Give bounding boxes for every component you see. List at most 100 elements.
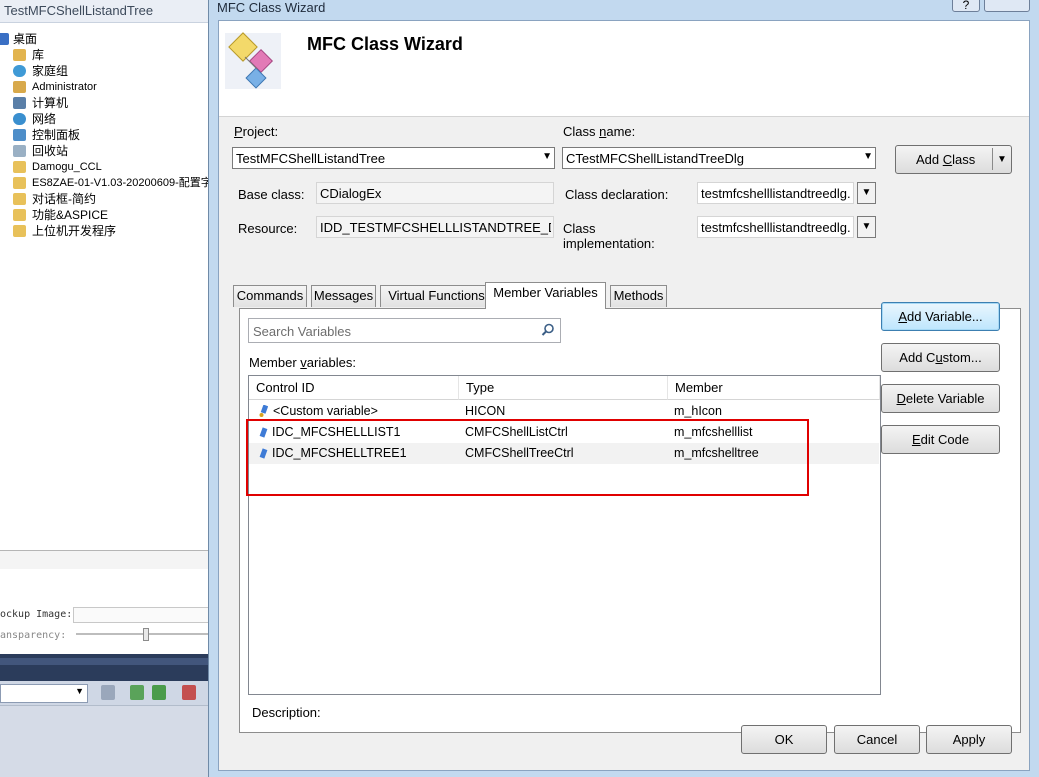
class-implementation-value: testmfcshelllistandtreedlg. [701,220,851,235]
ide-status-area [0,706,208,777]
splitter[interactable] [0,550,208,570]
transparency-label: ansparency: [0,630,67,641]
tree-item-label: 回收站 [32,144,69,158]
row-control-id: <Custom variable> [273,404,378,418]
mfc-class-wizard-dialog: MFC Class Wizard ? MFC Class Wizard Proj… [208,0,1039,777]
apply-button[interactable]: Apply [926,725,1012,754]
edit-code-button[interactable]: Edit Code [881,425,1000,454]
shell-tree-view[interactable]: 桌面 库 家庭组 Administrator 计算机 网络 控制面板 回收站 D… [0,23,209,550]
add-custom-button[interactable]: Add Custom... [881,343,1000,372]
tree-item-label: ES8ZAE-01-V1.03-20200609-配置字 [32,177,209,189]
add-variable-button[interactable]: Add Variable... [881,302,1000,331]
control-panel-icon [13,129,26,141]
tab-virtual-functions[interactable]: Virtual Functions [380,285,493,307]
chevron-down-icon: ▼ [75,686,84,696]
row-type: HICON [465,404,506,418]
tree-item-label: Damogu_CCL [32,161,102,173]
toolbar-icon[interactable] [101,685,115,700]
class-implementation-label: Class implementation: [563,221,655,251]
mockup-image-field[interactable] [73,607,209,623]
row-member: m_hIcon [674,404,722,418]
search-icon[interactable] [541,323,555,337]
row-control-id: IDC_MFCSHELLTREE1 [272,446,407,460]
tree-item-label: 对话框-简约 [32,192,96,206]
tree-item-label: 上位机开发程序 [32,224,117,238]
recycle-bin-icon [13,145,26,157]
resource-value: IDD_TESTMFCSHELLLISTANDTREE_DIALOG [320,220,551,235]
tree-item-label: Administrator [32,81,97,93]
base-class-field: CDialogEx [316,182,554,204]
row-type: CMFCShellListCtrl [465,425,568,439]
tab-commands[interactable]: Commands [233,285,307,307]
class-declaration-dropdown[interactable]: ▼ [857,182,876,204]
chevron-down-icon: ▼ [861,187,872,198]
folder-icon [13,209,26,221]
table-row[interactable]: IDC_MFCSHELLTREE1 CMFCShellTreeCtrl m_mf… [249,443,879,464]
delete-variable-button[interactable]: Delete Variable [881,384,1000,413]
column-header-member[interactable]: Member [668,376,880,400]
dialog-client-area: MFC Class Wizard Project: TestMFCShellLi… [218,20,1030,771]
member-variables-list[interactable]: Control ID Type Member <Custom variable>… [248,375,881,695]
dialog-title: MFC Class Wizard [217,0,326,15]
chevron-down-icon: ▼ [542,151,552,162]
tree-item-label: 家庭组 [32,64,69,78]
row-member: m_mfcshelltree [674,446,759,460]
folder-icon [13,177,26,189]
base-class-value: CDialogEx [320,186,382,201]
row-member: m_mfcshelllist [674,425,753,439]
close-button[interactable] [984,0,1030,12]
homegroup-icon [13,65,26,77]
wizard-header: MFC Class Wizard [219,21,1029,117]
folder-icon [13,161,26,173]
tab-methods[interactable]: Methods [610,285,667,307]
split-divider [992,148,993,170]
tree-item-label: 网络 [32,112,57,126]
mockup-image-label: ockup Image: [0,609,73,620]
tree-item-label: 计算机 [32,96,69,110]
class-implementation-field[interactable]: testmfcshelllistandtreedlg. [697,216,854,238]
tab-member-variables[interactable]: Member Variables [485,282,606,309]
row-control-id: IDC_MFCSHELLLIST1 [272,425,401,439]
tree-item-label: 控制面板 [32,128,81,142]
table-row[interactable]: IDC_MFCSHELLLIST1 CMFCShellListCtrl m_mf… [249,422,879,443]
help-button[interactable]: ? [952,0,980,12]
control-variable-icon [259,448,268,459]
network-icon [13,113,26,125]
toolbar-icon[interactable] [152,685,166,700]
transparency-slider-thumb[interactable] [143,628,149,641]
toolbar-combo[interactable]: ▼ [0,684,88,703]
class-declaration-label: Class declaration: [565,187,669,202]
ide-title-bar: TestMFCShellListandTree [0,0,208,23]
user-folder-icon [13,81,26,93]
project-combo[interactable]: TestMFCShellListandTree ▼ [232,147,555,169]
resource-label: Resource: [238,221,298,236]
class-name-combo[interactable]: CTestMFCShellListandTreeDlg ▼ [562,147,876,169]
resource-field: IDD_TESTMFCSHELLLISTANDTREE_DIALOG [316,216,554,238]
cancel-button[interactable]: Cancel [834,725,920,754]
class-name-value: CTestMFCShellListandTreeDlg [566,151,744,166]
member-variables-label: Member variables: [249,355,356,370]
control-variable-icon [259,427,268,438]
base-class-label: Base class: [238,187,305,202]
class-implementation-dropdown[interactable]: ▼ [857,216,876,238]
tree-item-label: 功能&ASPICE [32,208,109,222]
search-variables-input[interactable]: Search Variables [248,318,561,343]
search-placeholder: Search Variables [253,324,352,339]
add-class-button[interactable]: Add Class ▼ [895,145,1012,174]
column-header-control-id[interactable]: Control ID [249,376,459,400]
ok-button[interactable]: OK [741,725,827,754]
ide-toolbar: ▼ [0,681,208,706]
column-header-type[interactable]: Type [459,376,668,400]
transparency-slider[interactable] [76,633,208,635]
tab-messages[interactable]: Messages [311,285,376,307]
tree-item-label: 桌面 [13,32,38,46]
chevron-down-icon[interactable]: ▼ [997,146,1007,173]
tree-item-label: 库 [32,48,45,62]
header-title: MFC Class Wizard [307,34,463,54]
toolbar-icon[interactable] [130,685,144,700]
class-declaration-field[interactable]: testmfcshelllistandtreedlg. [697,182,854,204]
toolbar-icon[interactable] [182,685,196,700]
folder-icon [13,225,26,237]
chevron-down-icon: ▼ [861,221,872,232]
table-row[interactable]: <Custom variable> HICON m_hIcon [249,401,879,422]
